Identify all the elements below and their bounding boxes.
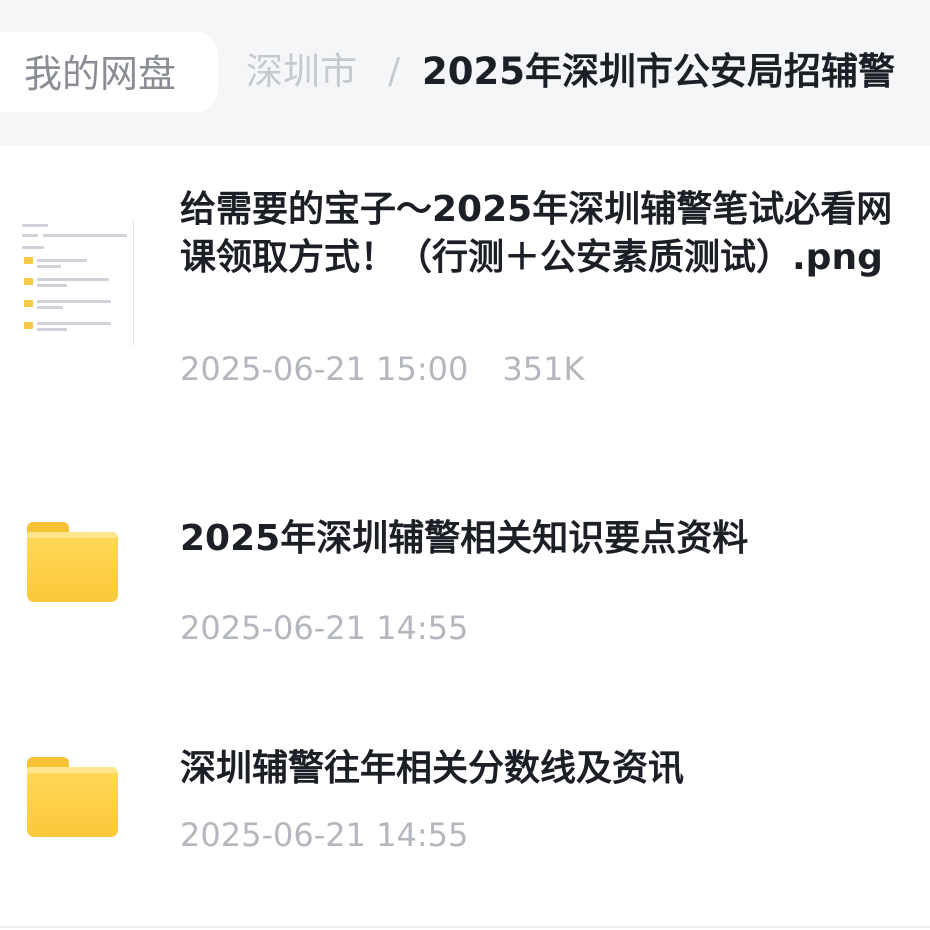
breadcrumb-city-link[interactable]: 深圳市 [246,50,357,94]
file-name: 给需要的宝子～2025年深圳辅警笔试必看网课领取方式！（行测＋公安素质测试）.p… [180,189,893,278]
file-date: 2025-06-21 15:00 [180,350,469,388]
file-size: 351K [502,350,585,388]
divider [0,926,930,928]
folder-icon [27,757,118,837]
folder-icon [27,522,118,602]
breadcrumb-header: 我的网盘 深圳市 / 2025年深圳市公安局招辅警 [0,0,930,146]
folder-date: 2025-06-21 14:55 [180,609,469,647]
breadcrumb-current-folder: 2025年深圳市公安局招辅警 [422,50,895,93]
folder-list-item[interactable]: 2025年深圳辅警相关知识要点资料 2025-06-21 14:55 [0,505,930,665]
breadcrumb-separator: / [388,51,401,92]
folder-name: 2025年深圳辅警相关知识要点资料 [180,518,749,559]
file-meta: 2025-06-21 15:00 351K [180,350,584,388]
folder-name: 深圳辅警往年相关分数线及资讯 [180,748,685,789]
folder-date: 2025-06-21 14:55 [180,816,469,854]
breadcrumb-root-label: 我的网盘 [24,52,177,96]
folder-list-item[interactable]: 深圳辅警往年相关分数线及资讯 2025-06-21 14:55 [0,742,930,862]
file-list-item[interactable]: 给需要的宝子～2025年深圳辅警笔试必看网课领取方式！（行测＋公安素质测试）.p… [0,176,930,416]
breadcrumb-root-button[interactable]: 我的网盘 [0,32,218,112]
image-thumbnail-icon [19,220,134,346]
